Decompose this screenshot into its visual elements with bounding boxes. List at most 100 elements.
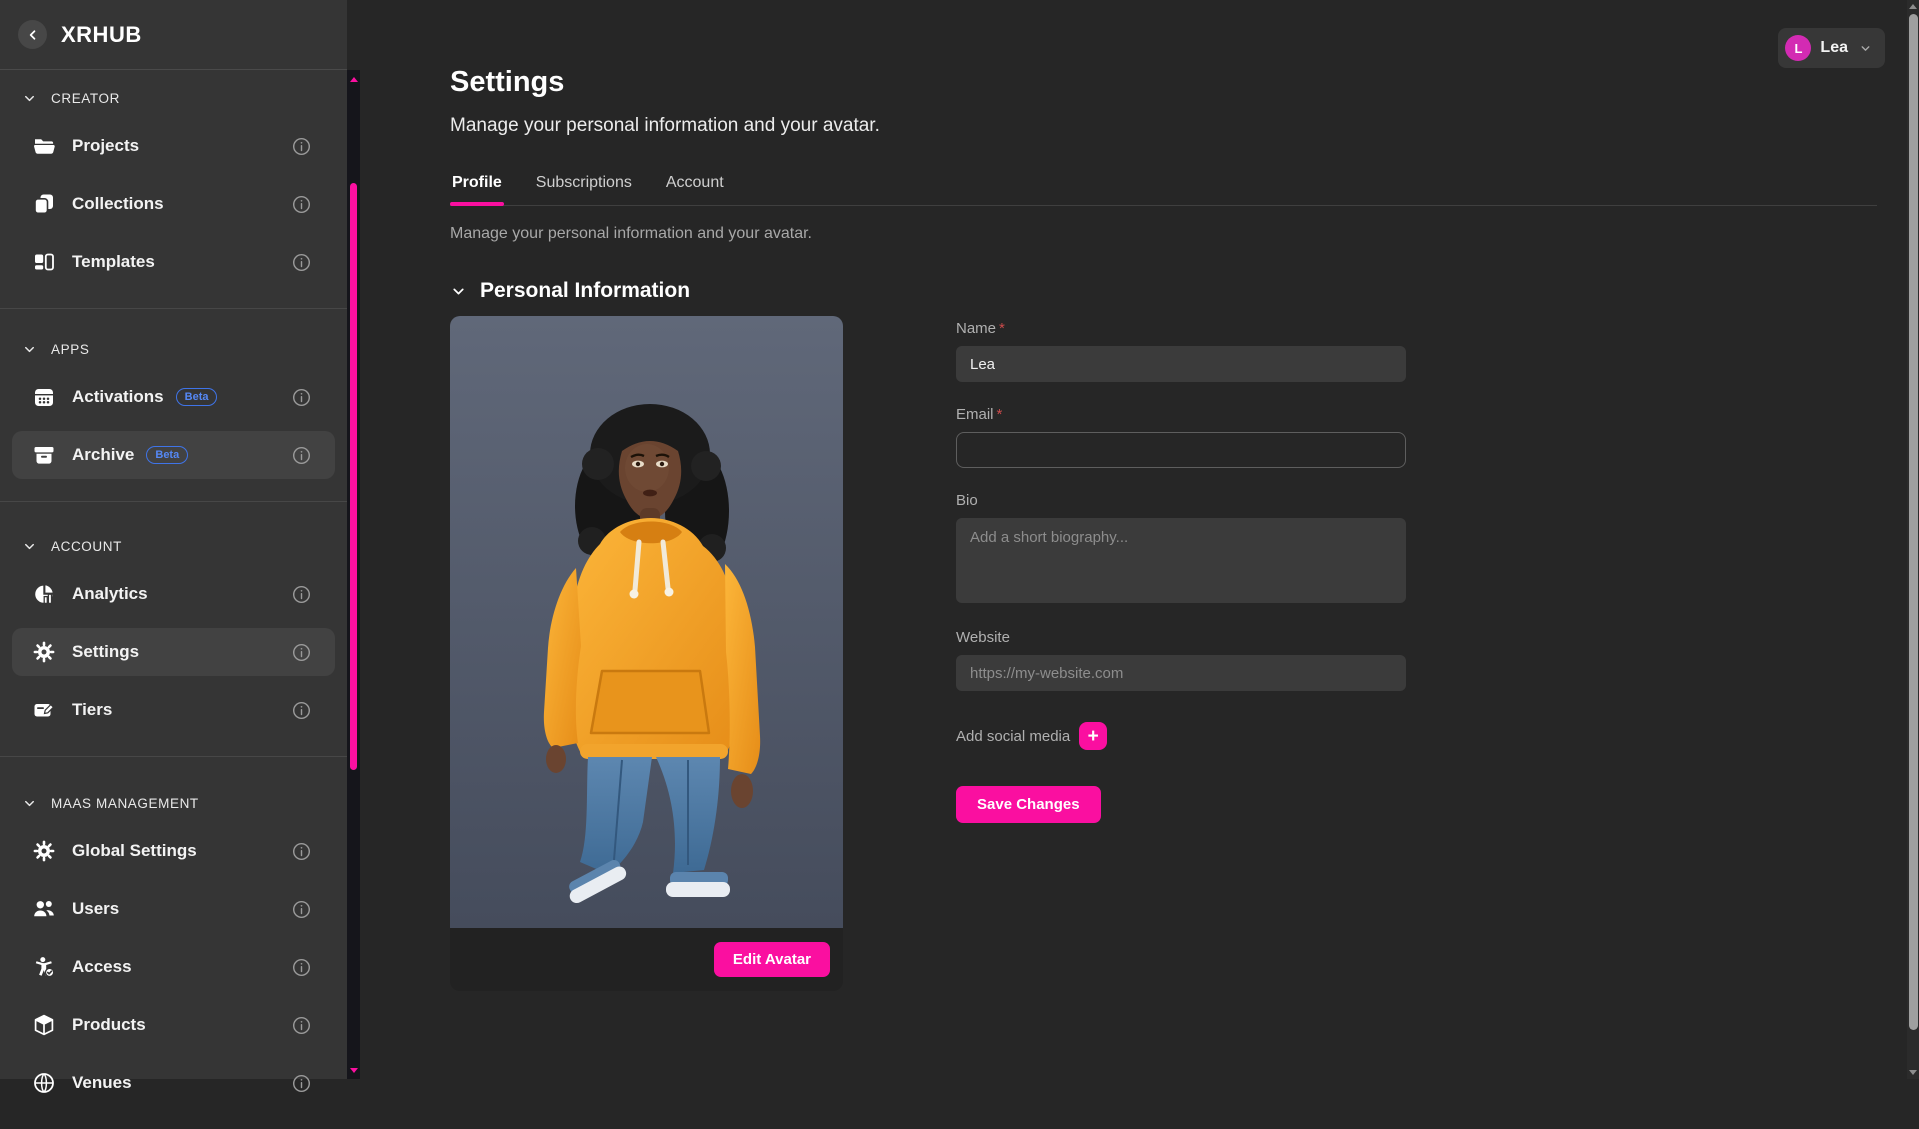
sidebar-section-account: ACCOUNT Analytics Settings Tiers (0, 501, 347, 756)
sidebar-item-templates[interactable]: Templates (12, 238, 335, 286)
access-icon (32, 955, 56, 979)
section-header-account[interactable]: ACCOUNT (0, 534, 347, 558)
info-icon[interactable] (292, 900, 311, 919)
tab-subscriptions[interactable]: Subscriptions (534, 174, 634, 205)
sidebar-section-apps: APPS Activations Beta Archive Beta (0, 308, 347, 501)
email-label: Email* (956, 406, 1406, 423)
gear-icon (32, 640, 56, 664)
beta-badge: Beta (146, 446, 188, 464)
sidebar-item-activations[interactable]: Activations Beta (12, 373, 335, 421)
save-changes-button[interactable]: Save Changes (956, 786, 1101, 823)
scroll-up-arrow-icon[interactable] (350, 77, 358, 82)
add-social-media-button[interactable]: + (1079, 722, 1107, 750)
app-logo: XRHUB (61, 22, 142, 48)
chevron-left-icon (26, 28, 40, 42)
sidebar-item-venues[interactable]: Venues (12, 1059, 335, 1107)
sidebar-item-projects[interactable]: Projects (12, 122, 335, 170)
section-header-creator[interactable]: CREATOR (0, 86, 347, 110)
name-label: Name* (956, 320, 1406, 337)
templates-icon (32, 250, 56, 274)
info-icon[interactable] (292, 446, 311, 465)
calendar-icon (32, 385, 56, 409)
tab-bar: Profile Subscriptions Account (450, 174, 1877, 206)
user-menu-button[interactable]: L Lea (1778, 28, 1885, 68)
chevron-down-icon (22, 91, 37, 106)
sidebar-scrollbar-thumb[interactable] (350, 183, 357, 770)
user-name: Lea (1820, 39, 1848, 57)
sidebar-item-label: Projects (72, 136, 139, 156)
tab-account[interactable]: Account (664, 174, 726, 205)
name-input[interactable] (956, 346, 1406, 382)
chevron-down-icon (22, 342, 37, 357)
sidebar-header: XRHUB (0, 0, 347, 70)
sidebar-item-label: Archive (72, 445, 134, 465)
sidebar-item-analytics[interactable]: Analytics (12, 570, 335, 618)
scroll-up-arrow-icon[interactable] (1909, 4, 1917, 9)
globe-icon (32, 1071, 56, 1095)
info-icon[interactable] (292, 1016, 311, 1035)
personal-information-header[interactable]: Personal Information (450, 279, 1877, 303)
website-input[interactable] (956, 655, 1406, 691)
info-icon[interactable] (292, 842, 311, 861)
sidebar-item-collections[interactable]: Collections (12, 180, 335, 228)
info-icon[interactable] (292, 585, 311, 604)
sidebar-item-label: Access (72, 957, 132, 977)
info-icon[interactable] (292, 253, 311, 272)
section-header-apps[interactable]: APPS (0, 337, 347, 361)
sidebar-scrollbar[interactable] (347, 70, 360, 1079)
sidebar-item-users[interactable]: Users (12, 885, 335, 933)
tab-profile[interactable]: Profile (450, 174, 504, 205)
sidebar-item-label: Activations (72, 387, 164, 407)
info-icon[interactable] (292, 137, 311, 156)
bio-textarea[interactable] (956, 518, 1406, 603)
sidebar-section-creator: CREATOR Projects Collections Templates (0, 70, 347, 308)
beta-badge: Beta (176, 388, 218, 406)
sidebar-item-label: Global Settings (72, 841, 197, 861)
page-subtitle: Manage your personal information and you… (450, 115, 1877, 137)
back-button[interactable] (18, 20, 47, 49)
sidebar-item-settings[interactable]: Settings (12, 628, 335, 676)
main-content: L Lea Settings Manage your personal info… (360, 0, 1907, 1079)
collections-icon (32, 192, 56, 216)
page-scrollbar[interactable] (1907, 0, 1919, 1079)
sidebar-item-label: Products (72, 1015, 146, 1035)
info-icon[interactable] (292, 388, 311, 407)
sidebar-item-label: Users (72, 899, 119, 919)
sidebar-item-tiers[interactable]: Tiers (12, 686, 335, 734)
sidebar: XRHUB CREATOR Projects Collections Templ… (0, 0, 347, 1079)
info-icon[interactable] (292, 1074, 311, 1093)
required-asterisk: * (999, 320, 1005, 337)
sidebar-item-label: Templates (72, 252, 155, 272)
page-scrollbar-thumb[interactable] (1909, 14, 1918, 1030)
tab-description: Manage your personal information and you… (450, 225, 1877, 243)
bio-label: Bio (956, 492, 1406, 509)
section-header-maas[interactable]: MAAS MANAGEMENT (0, 791, 347, 815)
sidebar-item-label: Analytics (72, 584, 148, 604)
info-icon[interactable] (292, 643, 311, 662)
email-input[interactable] (956, 432, 1406, 468)
profile-form: Name* Email* Bio Website Add social medi… (956, 316, 1406, 991)
sidebar-item-global-settings[interactable]: Global Settings (12, 827, 335, 875)
section-label: MAAS MANAGEMENT (51, 796, 199, 811)
chevron-down-icon (22, 796, 37, 811)
avatar-card: Edit Avatar (450, 316, 843, 991)
user-avatar: L (1785, 35, 1811, 61)
section-title: Personal Information (480, 279, 690, 303)
products-icon (32, 1013, 56, 1037)
sidebar-item-access[interactable]: Access (12, 943, 335, 991)
sidebar-item-archive[interactable]: Archive Beta (12, 431, 335, 479)
scroll-down-arrow-icon[interactable] (1909, 1070, 1917, 1075)
info-icon[interactable] (292, 958, 311, 977)
edit-avatar-button[interactable]: Edit Avatar (714, 942, 830, 977)
chevron-down-icon (22, 539, 37, 554)
section-label: APPS (51, 342, 89, 357)
sidebar-item-products[interactable]: Products (12, 1001, 335, 1049)
sidebar-item-label: Venues (72, 1073, 132, 1093)
gear-icon (32, 839, 56, 863)
info-icon[interactable] (292, 701, 311, 720)
info-icon[interactable] (292, 195, 311, 214)
avatar-3d-preview[interactable] (450, 316, 843, 928)
scroll-down-arrow-icon[interactable] (350, 1068, 358, 1073)
page-title: Settings (450, 66, 1877, 99)
sidebar-item-label: Collections (72, 194, 164, 214)
